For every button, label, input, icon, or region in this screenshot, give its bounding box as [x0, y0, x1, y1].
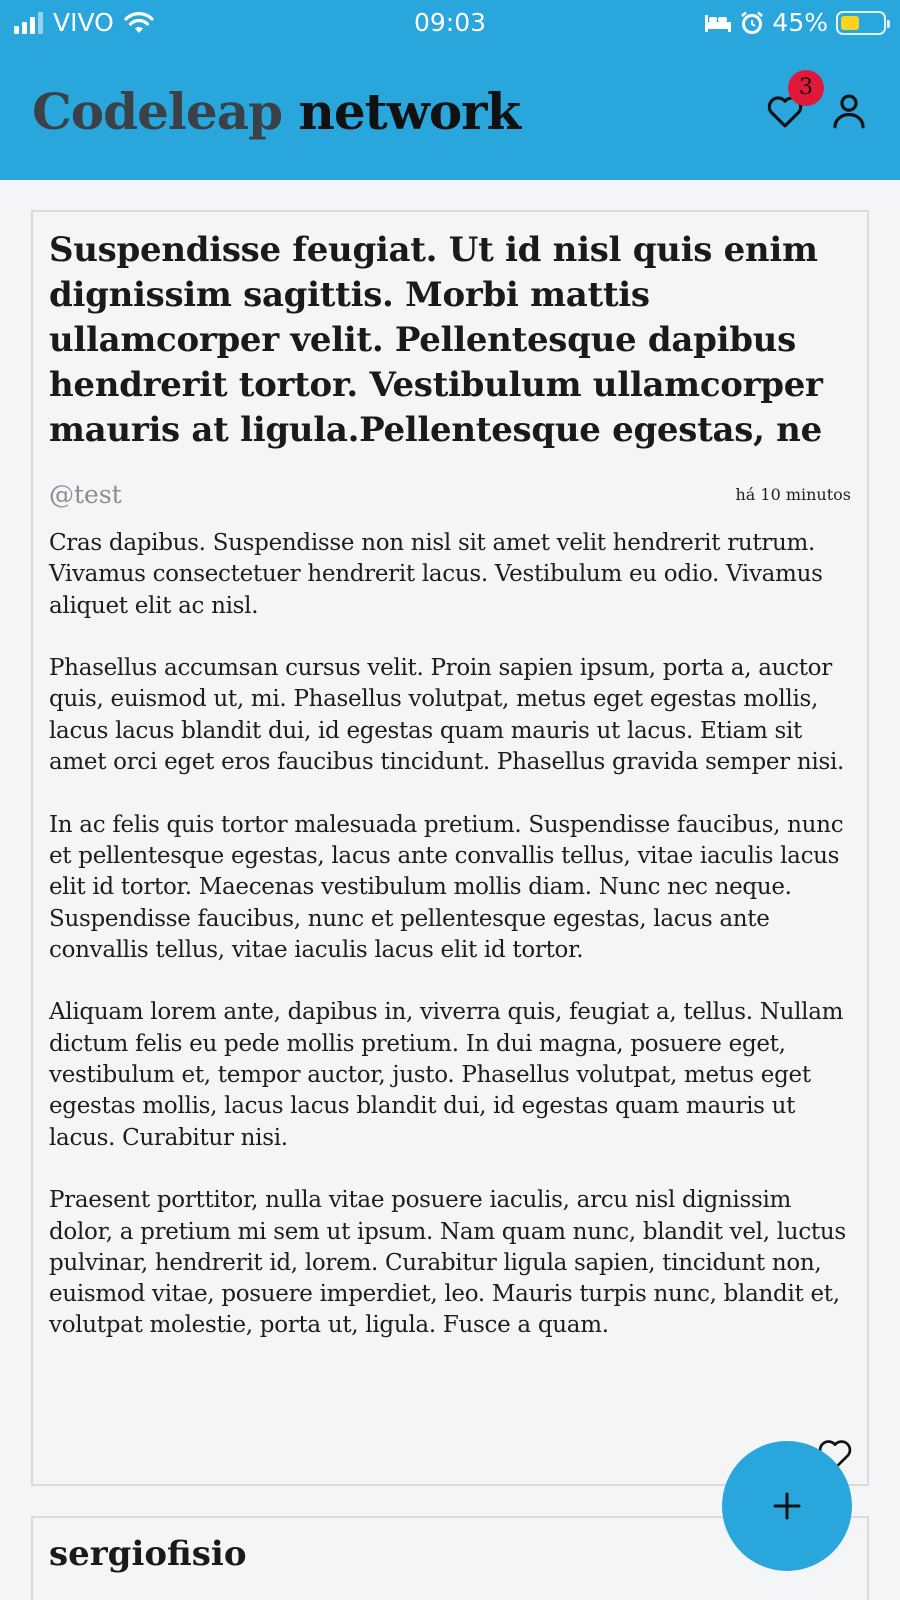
post-title: Suspendisse feugiat. Ut id nisl quis eni… [49, 230, 823, 450]
post-paragraph: Praesent porttitor, nulla vitae posuere … [49, 1187, 846, 1339]
brand-network: network [298, 82, 522, 141]
plus-icon [773, 1492, 801, 1520]
post-paragraph: In ac felis quis tortor malesuada pretiu… [49, 811, 844, 963]
post-username[interactable]: @test [49, 480, 122, 509]
notification-badge: 3 [788, 70, 824, 106]
post-card: Suspendisse feugiat. Ut id nisl quis eni… [31, 210, 869, 1486]
status-bar: VIVO 09:03 45% [0, 0, 900, 46]
post-paragraph: Cras dapibus. Suspendisse non nisl sit a… [49, 530, 823, 619]
post-paragraph: Aliquam lorem ante, dapibus in, viverra … [49, 999, 844, 1151]
bed-icon [705, 14, 732, 32]
post-timestamp: há 10 minutos [735, 485, 851, 504]
battery-level [841, 15, 859, 30]
post-paragraph: Phasellus accumsan cursus velit. Proin s… [49, 655, 845, 776]
alarm-icon [741, 11, 764, 34]
app-header: VIVO 09:03 45% Codeleap network 3 [0, 0, 900, 180]
post-body: Cras dapibus. Suspendisse non nisl sit a… [49, 528, 855, 1373]
post-title: sergiofisio [49, 1534, 247, 1574]
new-post-button[interactable] [722, 1441, 852, 1571]
battery-icon [836, 10, 890, 35]
user-icon [833, 94, 865, 129]
profile-button[interactable] [828, 90, 870, 132]
favorites-button[interactable]: 3 [764, 70, 824, 132]
app-brand: Codeleap network [32, 82, 522, 141]
battery-percent: 45% [772, 8, 828, 37]
brand-codeleap: Codeleap [32, 82, 283, 141]
